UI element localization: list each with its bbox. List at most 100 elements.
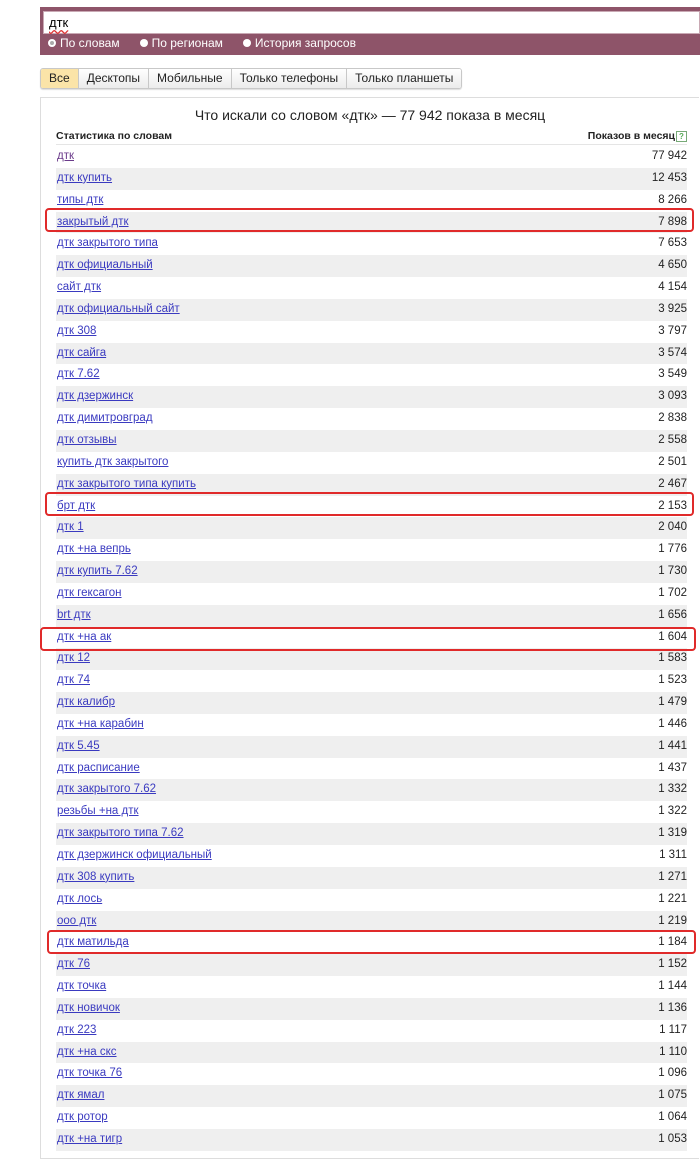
keyword-link[interactable]: дтк: [56, 150, 74, 162]
impressions-value: 1 096: [658, 1067, 687, 1080]
keyword-link[interactable]: дтк димитровград: [56, 412, 153, 424]
table-row: дтк официальный сайт 3 925: [56, 298, 687, 321]
keyword-link[interactable]: дтк 5.45: [56, 740, 100, 752]
highlight-box: [40, 627, 696, 651]
table-header: Статистика по словам Показов в месяц?: [56, 130, 687, 145]
impressions-value: 1 144: [658, 980, 687, 993]
table-row: дтк официальный 4 650: [56, 255, 687, 278]
impressions-value: 1 583: [658, 652, 687, 665]
keyword-link[interactable]: дтк дзержинск официальный: [56, 849, 212, 861]
keyword-link[interactable]: дтк 76: [56, 958, 90, 970]
table-row: дтк точка 1 144: [56, 976, 687, 998]
keyword-link[interactable]: дтк сайга: [56, 347, 106, 359]
impressions-value: 2 838: [658, 412, 687, 425]
keyword-link[interactable]: дтк официальный сайт: [56, 303, 180, 315]
keyword-link[interactable]: сайт дтк: [56, 281, 101, 293]
keyword-link[interactable]: дтк закрытого типа купить: [56, 478, 196, 490]
keyword-link[interactable]: дтк калибр: [56, 696, 115, 708]
table-row: дтк 12 1 583: [56, 648, 687, 671]
table-row: дтк дзержинск 3 093: [56, 386, 687, 409]
tab-desktops[interactable]: Десктопы: [78, 69, 150, 88]
table-row: резьбы +на дтк 1 322: [56, 801, 687, 823]
search-input[interactable]: дтк: [43, 11, 700, 34]
radio-history[interactable]: История запросов: [242, 36, 356, 50]
table-row: дтк димитровград 2 838: [56, 408, 687, 430]
radio-label: По словам: [60, 36, 120, 50]
keyword-link[interactable]: купить дтк закрытого: [56, 456, 168, 468]
table-row: дтк ямал 1 075: [56, 1085, 687, 1108]
table-row: дтк купить 7.62 1 730: [56, 561, 687, 583]
keyword-link[interactable]: дтк 1: [56, 521, 84, 533]
radio-by-words[interactable]: По словам: [48, 36, 120, 50]
help-icon[interactable]: ?: [676, 131, 687, 142]
col-impressions-label: Показов в месяц: [587, 130, 675, 142]
keyword-link[interactable]: дтк отзывы: [56, 434, 117, 446]
tab-phones[interactable]: Только телефоны: [231, 69, 348, 88]
keyword-link[interactable]: дтк 7.62: [56, 368, 100, 380]
keyword-link[interactable]: дтк купить 7.62: [56, 565, 138, 577]
impressions-value: 1 523: [658, 674, 687, 687]
keyword-link[interactable]: дтк дзержинск: [56, 390, 133, 402]
keyword-link[interactable]: дтк ротор: [56, 1111, 108, 1123]
keyword-link[interactable]: дтк точка 76: [56, 1067, 122, 1079]
keyword-link[interactable]: дтк +на карабин: [56, 718, 144, 730]
keyword-link[interactable]: дтк новичок: [56, 1002, 120, 1014]
impressions-value: 1 446: [658, 717, 687, 730]
table-row: дтк расписание 1 437: [56, 758, 687, 780]
keyword-link[interactable]: дтк 12: [56, 652, 90, 664]
keyword-link[interactable]: дтк 223: [56, 1024, 96, 1036]
impressions-value: 1 221: [658, 892, 687, 905]
keyword-link[interactable]: дтк расписание: [56, 762, 140, 774]
impressions-value: 1 319: [658, 827, 687, 840]
keyword-link[interactable]: дтк гексагон: [56, 587, 122, 599]
keyword-link[interactable]: резьбы +на дтк: [56, 805, 139, 817]
impressions-value: 77 942: [651, 150, 687, 162]
table-row: дтк 7.62 3 549: [56, 364, 687, 386]
keyword-link[interactable]: дтк закрытого 7.62: [56, 783, 156, 795]
keyword-link[interactable]: дтк ямал: [56, 1089, 104, 1101]
keyword-link[interactable]: дтк +на тигр: [56, 1133, 122, 1145]
table-row: дтк ротор 1 064: [56, 1107, 687, 1129]
keyword-link[interactable]: дтк 74: [56, 674, 90, 686]
keyword-link[interactable]: дтк +на вепрь: [56, 543, 131, 555]
keyword-link[interactable]: дтк купить: [56, 172, 112, 184]
tab-all[interactable]: Все: [41, 69, 79, 88]
impressions-value: 1 441: [658, 739, 687, 752]
impressions-value: 1 053: [658, 1132, 687, 1145]
impressions-value: 7 653: [658, 237, 687, 250]
keyword-link[interactable]: brt дтк: [56, 609, 91, 621]
table-row: дтк гексагон 1 702: [56, 583, 687, 605]
keyword-link[interactable]: дтк точка: [56, 980, 106, 992]
impressions-value: 1 656: [658, 608, 687, 621]
keyword-link[interactable]: дтк +на скс: [56, 1046, 117, 1058]
keyword-link[interactable]: ооо дтк: [56, 915, 96, 927]
highlight-box: [47, 930, 696, 954]
tab-tablets[interactable]: Только планшеты: [347, 69, 462, 88]
impressions-value: 1 311: [659, 849, 687, 861]
impressions-value: 1 332: [658, 783, 687, 796]
table-row: дтк лось 1 221: [56, 889, 687, 911]
keyword-link[interactable]: дтк 308 купить: [56, 871, 134, 883]
radio-by-regions[interactable]: По регионам: [139, 36, 223, 50]
table-row: дтк точка 76 1 096: [56, 1063, 687, 1085]
table-row: дтк +на карабин 1 446: [56, 714, 687, 736]
tab-mobile[interactable]: Мобильные: [149, 69, 232, 88]
impressions-value: 1 075: [658, 1089, 687, 1102]
keyword-link[interactable]: дтк лось: [56, 893, 102, 905]
keyword-link[interactable]: дтк закрытого типа: [56, 237, 158, 249]
impressions-value: 3 093: [658, 390, 687, 403]
table-row: дтк дзержинск официальный 1 311: [56, 845, 687, 867]
impressions-value: 1 776: [658, 543, 687, 556]
table-row: дтк 77 942: [56, 146, 687, 168]
impressions-value: 1 064: [658, 1111, 687, 1124]
impressions-value: 3 925: [658, 302, 687, 315]
impressions-value: 1 730: [658, 565, 687, 578]
impressions-value: 2 040: [658, 521, 687, 534]
table-row: дтк закрытого типа 7.62 1 319: [56, 823, 687, 845]
keyword-link[interactable]: типы дтк: [56, 194, 103, 206]
keyword-link[interactable]: дтк официальный: [56, 259, 153, 271]
keyword-link[interactable]: дтк закрытого типа 7.62: [56, 827, 184, 839]
keyword-link[interactable]: дтк 308: [56, 325, 96, 337]
impressions-value: 12 453: [651, 171, 687, 184]
impressions-value: 1 271: [658, 870, 687, 883]
